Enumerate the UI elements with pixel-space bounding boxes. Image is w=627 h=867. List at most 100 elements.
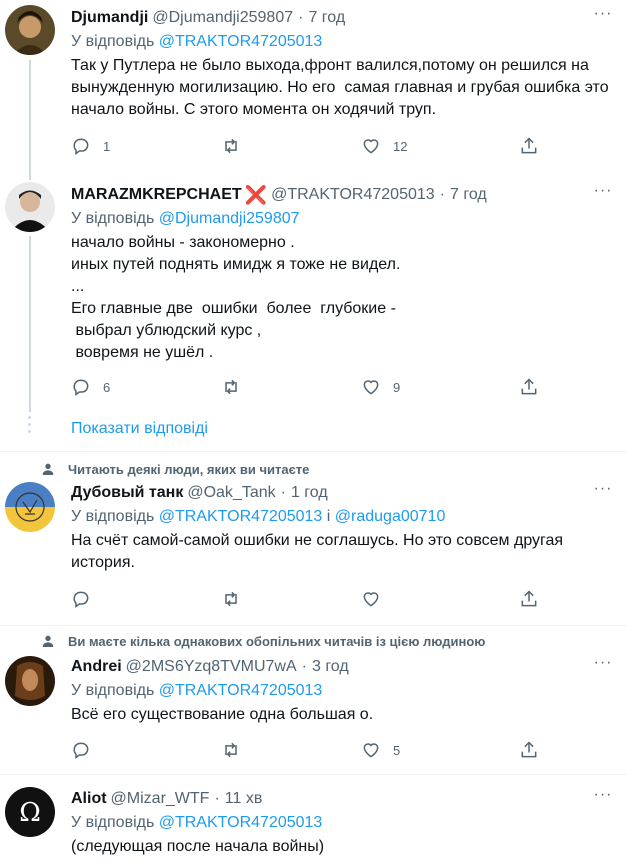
reply-icon [73,591,89,608]
reply-icon [73,138,89,155]
author-handle[interactable]: @TRAKTOR47205013 [271,186,435,204]
reply-prefix: У відповідь [71,508,159,525]
avatar[interactable] [5,182,55,232]
timestamp[interactable]: 3 год [312,658,349,676]
tweet[interactable]: MARAZMKREPCHAET ❌ @TRAKTOR47205013 · 7 г… [0,172,627,452]
author-name[interactable]: Andrei [71,658,122,676]
reply-mention[interactable]: @Djumandji259807 [159,210,300,227]
separator-dot: · [298,9,304,26]
more-icon[interactable]: ··· [593,183,613,204]
like-count: 5 [393,742,401,758]
reply-prefix: У відповідь [71,210,159,227]
social-context-text: Читають деякі люди, яких ви читаєте [68,461,310,477]
tweet[interactable]: Ви маєте кілька однакових обопільних чит… [0,626,627,774]
reply-count: 6 [103,379,111,395]
more-icon[interactable]: ··· [593,6,613,27]
reply-mention[interactable]: @raduga00710 [335,508,446,525]
author-handle[interactable]: @2MS6Yzq8TVMU7wA [126,658,297,676]
separator-dot: · [214,790,220,807]
tweet-actions [71,589,541,609]
social-context: Читають деякі люди, яких ви читаєте [40,460,309,478]
reply-button[interactable]: 6 [71,377,221,397]
reply-icon [73,379,89,396]
tweet-text: На счёт самой-самой ошибки не соглашусь.… [71,532,568,571]
retweet-icon [225,591,237,607]
retweet-icon [225,379,237,395]
author-name[interactable]: Aliot [71,790,107,808]
timestamp[interactable]: 7 год [308,9,345,27]
tweet[interactable]: Ω Aliot @Mizar_WTF · 11 хв ··· У відпові… [0,775,627,867]
person-icon [42,463,54,475]
share-button[interactable] [519,377,539,397]
like-button[interactable]: 5 [361,740,519,760]
svg-text:Ω: Ω [19,798,41,828]
like-icon [363,380,379,395]
retweet-button[interactable] [221,589,361,609]
reply-prefix: У відповідь [71,814,159,831]
share-button[interactable] [519,589,539,609]
more-icon[interactable]: ··· [593,787,613,808]
thread-ellipsis [28,416,32,437]
separator-dot: · [280,484,286,501]
reply-button[interactable] [71,740,221,760]
timestamp[interactable]: 11 хв [225,790,263,808]
author-name[interactable]: MARAZMKREPCHAET [71,186,242,204]
retweet-button[interactable] [221,377,361,397]
author-handle[interactable]: @Oak_Tank [187,484,275,502]
author-name[interactable]: Дубовый танк [71,484,183,502]
like-icon [363,743,379,758]
thread-line [29,236,31,412]
like-icon [363,592,379,607]
avatar[interactable] [5,5,55,55]
author-name[interactable]: Djumandji [71,9,148,27]
tweet-text: (следующая после начала войны) [71,838,325,855]
reply-context: У відповідь @Djumandji259807 [71,208,613,230]
tweet[interactable]: Читають деякі люди, яких ви читаєте Дубо… [0,452,627,624]
share-icon [521,590,537,607]
author-handle[interactable]: @Djumandji259807 [152,9,293,27]
avatar[interactable]: Ω [5,787,55,837]
share-icon [521,741,537,758]
retweet-button[interactable] [221,136,361,156]
share-button[interactable] [519,740,539,760]
reply-count: 1 [103,138,111,154]
like-button[interactable]: 9 [361,377,519,397]
like-icon [363,139,379,154]
more-icon[interactable]: ··· [593,481,613,502]
reply-mention[interactable]: @TRAKTOR47205013 [159,814,323,831]
like-count: 12 [393,138,408,154]
like-button[interactable] [361,589,519,609]
reply-button[interactable] [71,589,221,609]
reply-button[interactable]: 1 [71,136,221,156]
like-count: 9 [393,379,401,395]
tweet-actions: 1 12 [71,136,541,156]
reply-context: У відповідь @TRAKTOR47205013 і @raduga00… [71,506,613,528]
tweet-actions: 6 9 [71,377,541,397]
timestamp[interactable]: 1 год [291,484,328,502]
reply-context: У відповідь @TRAKTOR47205013 [71,812,613,834]
social-context-text: Ви маєте кілька однакових обопільних чит… [68,633,486,649]
social-context: Ви маєте кілька однакових обопільних чит… [40,632,485,650]
reply-prefix: У відповідь [71,33,159,50]
cross-mark-icon: ❌ [244,184,268,205]
tweet-text: начало войны - закономерно . иных путей … [71,234,401,361]
like-button[interactable]: 12 [361,136,519,156]
thread-line [29,60,31,172]
avatar[interactable] [5,656,55,706]
reply-mention[interactable]: @TRAKTOR47205013 [159,682,323,699]
show-replies-link[interactable]: Показати відповіді [71,420,208,438]
tweet[interactable]: Djumandji @Djumandji259807 · 7 год ··· У… [0,0,627,172]
reply-prefix: У відповідь [71,682,159,699]
reply-mention[interactable]: @TRAKTOR47205013 [159,508,323,525]
reply-conjunction: і [322,508,335,525]
share-button[interactable] [519,136,539,156]
reply-context: У відповідь @TRAKTOR47205013 [71,680,613,702]
timestamp[interactable]: 7 год [450,186,487,204]
retweet-button[interactable] [221,740,361,760]
avatar[interactable] [5,482,55,532]
author-handle[interactable]: @Mizar_WTF [111,790,210,808]
reply-mention[interactable]: @TRAKTOR47205013 [159,33,323,50]
retweet-icon [225,742,237,758]
thread-line [29,172,31,180]
more-icon[interactable]: ··· [593,655,613,676]
